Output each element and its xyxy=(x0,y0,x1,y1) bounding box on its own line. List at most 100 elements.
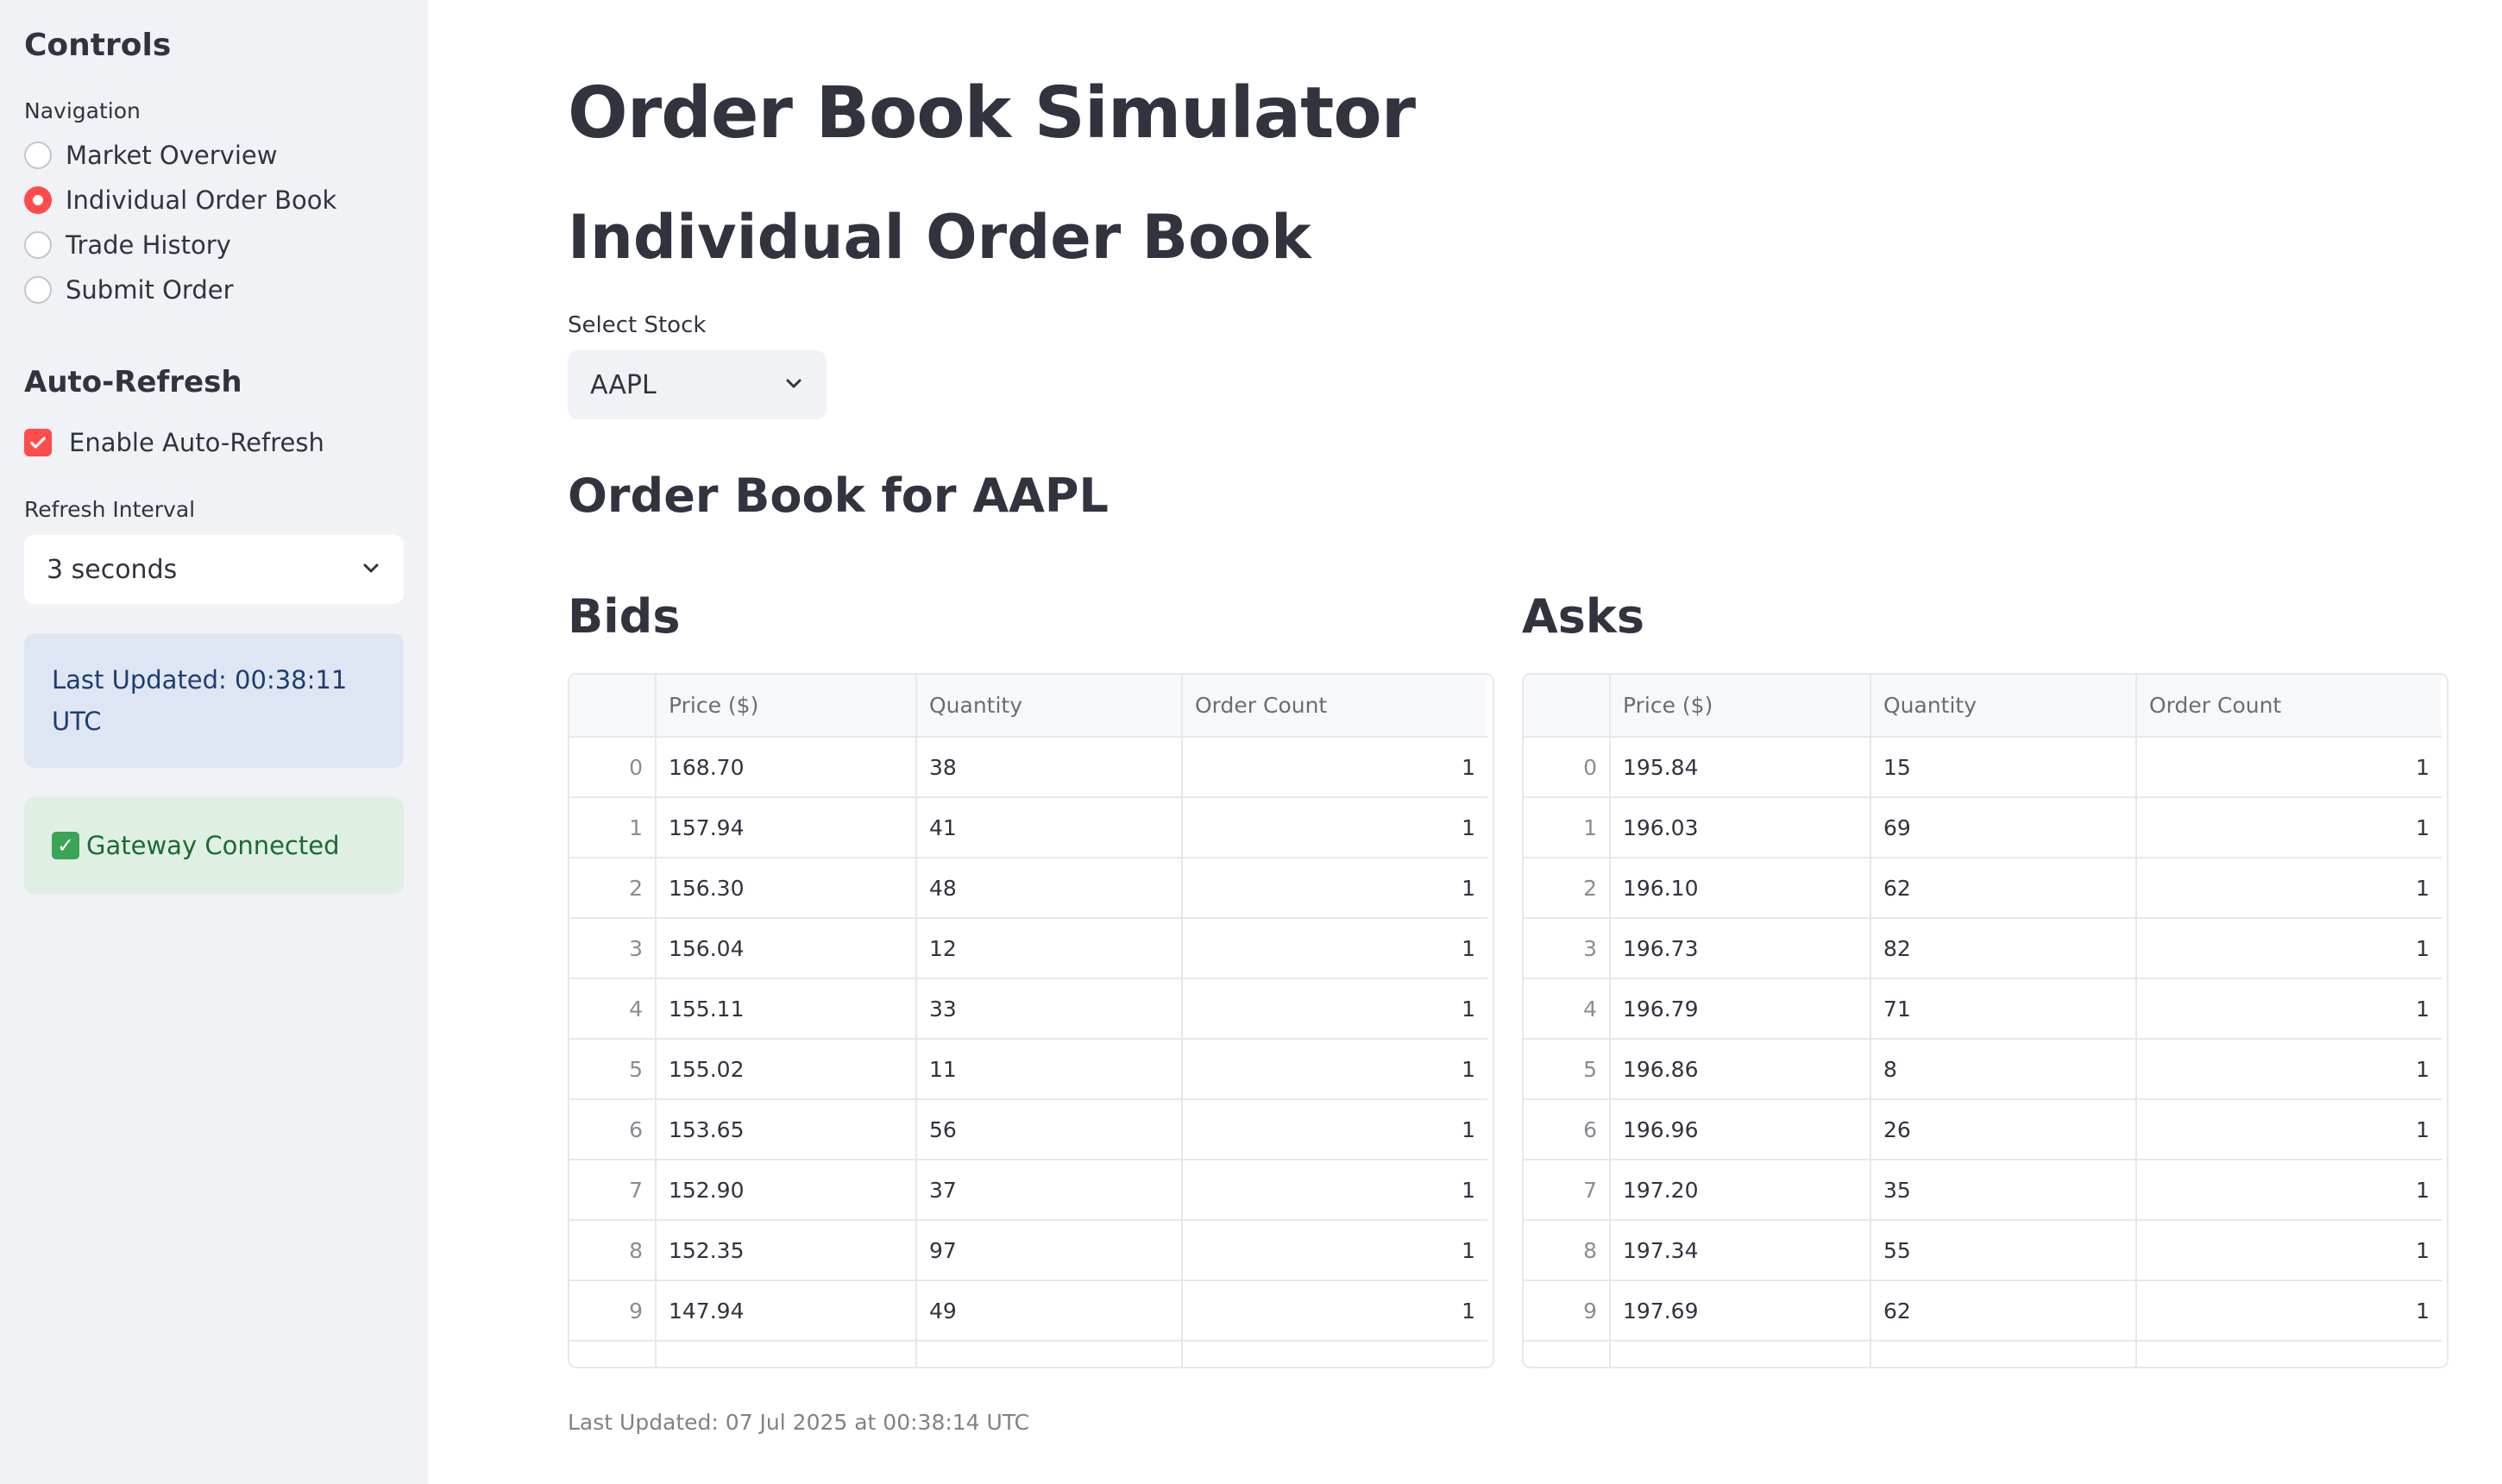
order-count-cell[interactable]: 1 xyxy=(2136,1099,2442,1160)
bids-table[interactable]: Price ($) Quantity Order Count 0 168.70 38… xyxy=(568,673,1494,1368)
row-index-cell[interactable]: 7 xyxy=(569,1160,657,1221)
row-index-cell[interactable]: 3 xyxy=(569,918,657,979)
row-index-cell[interactable]: 1 xyxy=(569,797,657,858)
column-header-order-count[interactable]: Order Count xyxy=(2136,675,2442,738)
quantity-cell[interactable]: 62 xyxy=(1870,1280,2137,1342)
row-index-cell[interactable]: 8 xyxy=(569,1220,657,1281)
order-count-cell[interactable]: 1 xyxy=(1182,1039,1487,1100)
quantity-cell[interactable]: 48 xyxy=(916,858,1183,919)
column-header-quantity[interactable]: Quantity xyxy=(916,675,1183,738)
row-index-cell[interactable]: 6 xyxy=(569,1099,657,1160)
row-index-cell[interactable]: 5 xyxy=(569,1039,657,1100)
quantity-cell[interactable]: 97 xyxy=(916,1220,1183,1281)
price-cell[interactable]: 196.03 xyxy=(1610,797,1871,858)
price-cell[interactable]: 196.79 xyxy=(1610,978,1871,1040)
asks-table[interactable]: Price ($) Quantity Order Count 0 195.84 15… xyxy=(1522,673,2449,1368)
row-index-cell[interactable]: 3 xyxy=(1524,918,1611,979)
nav-market-overview[interactable]: Market Overview xyxy=(24,133,404,178)
price-cell[interactable]: 152.90 xyxy=(656,1160,917,1221)
row-index-cell[interactable]: 4 xyxy=(1524,978,1611,1040)
order-count-cell[interactable]: 1 xyxy=(2136,978,2442,1040)
quantity-cell[interactable]: 33 xyxy=(916,978,1183,1040)
row-index-cell[interactable]: 6 xyxy=(1524,1099,1611,1160)
price-cell[interactable]: 196.86 xyxy=(1610,1039,1871,1100)
radio-checked-icon xyxy=(24,186,52,214)
quantity-cell[interactable]: 35 xyxy=(1870,1160,2137,1221)
enable-auto-refresh-checkbox[interactable]: Enable Auto-Refresh xyxy=(24,423,404,462)
price-cell[interactable]: 197.69 xyxy=(1610,1280,1871,1342)
row-index-cell[interactable]: 9 xyxy=(1524,1280,1611,1342)
price-cell[interactable]: 155.11 xyxy=(656,978,917,1040)
quantity-cell[interactable]: 38 xyxy=(916,737,1183,798)
quantity-cell[interactable]: 26 xyxy=(1870,1099,2137,1160)
quantity-cell[interactable]: 56 xyxy=(916,1099,1183,1160)
row-index-cell[interactable]: 4 xyxy=(569,978,657,1040)
row-index-cell[interactable]: 2 xyxy=(1524,858,1611,919)
order-count-cell[interactable]: 1 xyxy=(2136,797,2442,858)
row-index-cell[interactable]: 0 xyxy=(569,737,657,798)
row-index-cell[interactable]: 2 xyxy=(569,858,657,919)
quantity-cell[interactable]: 8 xyxy=(1870,1039,2137,1100)
price-cell[interactable]: 196.96 xyxy=(1610,1099,1871,1160)
price-cell[interactable]: 155.02 xyxy=(656,1039,917,1100)
row-index-cell[interactable]: 0 xyxy=(1524,737,1611,798)
price-cell[interactable]: 197.20 xyxy=(1610,1160,1871,1221)
price-cell[interactable]: 153.65 xyxy=(656,1099,917,1160)
order-count-cell[interactable]: 1 xyxy=(2136,1220,2442,1281)
price-cell[interactable]: 157.94 xyxy=(656,797,917,858)
order-count-cell[interactable]: 1 xyxy=(2136,1160,2442,1221)
order-count-cell[interactable]: 1 xyxy=(2136,858,2442,919)
column-header-order-count[interactable]: Order Count xyxy=(1182,675,1487,738)
row-index-cell[interactable]: 8 xyxy=(1524,1220,1611,1281)
order-count-cell[interactable]: 1 xyxy=(2136,1039,2442,1100)
column-header-quantity[interactable]: Quantity xyxy=(1870,675,2137,738)
price-cell[interactable]: 196.73 xyxy=(1610,918,1871,979)
quantity-cell[interactable]: 62 xyxy=(1870,858,2137,919)
column-header-index[interactable] xyxy=(569,675,657,738)
quantity-cell[interactable]: 41 xyxy=(916,797,1183,858)
order-count-cell[interactable]: 1 xyxy=(2136,737,2442,798)
row-index-cell[interactable]: 5 xyxy=(1524,1039,1611,1100)
order-count-cell[interactable]: 1 xyxy=(2136,918,2442,979)
column-header-price[interactable]: Price ($) xyxy=(1610,675,1871,738)
quantity-cell[interactable]: 12 xyxy=(916,918,1183,979)
order-count-cell[interactable]: 1 xyxy=(1182,858,1487,919)
price-cell[interactable]: 147.94 xyxy=(656,1280,917,1342)
price-cell[interactable]: 196.10 xyxy=(1610,858,1871,919)
order-count-cell[interactable]: 1 xyxy=(1182,1160,1487,1221)
nav-individual-order-book[interactable]: Individual Order Book xyxy=(24,178,404,223)
order-count-cell[interactable]: 1 xyxy=(2136,1280,2442,1342)
order-count-cell[interactable]: 1 xyxy=(1182,1099,1487,1160)
quantity-cell[interactable]: 49 xyxy=(916,1280,1183,1342)
order-count-cell[interactable]: 1 xyxy=(1182,978,1487,1040)
quantity-cell[interactable]: 82 xyxy=(1870,918,2137,979)
empty-cell xyxy=(569,1341,657,1367)
row-index-cell[interactable]: 7 xyxy=(1524,1160,1611,1221)
quantity-cell[interactable]: 37 xyxy=(916,1160,1183,1221)
order-count-cell[interactable]: 1 xyxy=(1182,737,1487,798)
price-cell[interactable]: 152.35 xyxy=(656,1220,917,1281)
order-count-cell[interactable]: 1 xyxy=(1182,797,1487,858)
price-cell[interactable]: 195.84 xyxy=(1610,737,1871,798)
quantity-cell[interactable]: 71 xyxy=(1870,978,2137,1040)
nav-trade-history[interactable]: Trade History xyxy=(24,223,404,267)
quantity-cell[interactable]: 69 xyxy=(1870,797,2137,858)
refresh-interval-select[interactable]: 3 seconds xyxy=(24,535,404,604)
order-count-cell[interactable]: 1 xyxy=(1182,1220,1487,1281)
quantity-cell[interactable]: 11 xyxy=(916,1039,1183,1100)
price-cell[interactable]: 156.30 xyxy=(656,858,917,919)
price-cell[interactable]: 197.34 xyxy=(1610,1220,1871,1281)
nav-submit-order[interactable]: Submit Order xyxy=(24,267,404,312)
row-index-cell[interactable]: 1 xyxy=(1524,797,1611,858)
order-count-cell[interactable]: 1 xyxy=(1182,1280,1487,1342)
price-cell[interactable]: 156.04 xyxy=(656,918,917,979)
select-stock-dropdown[interactable]: AAPL xyxy=(568,350,827,419)
quantity-cell[interactable]: 15 xyxy=(1870,737,2137,798)
quantity-cell[interactable]: 55 xyxy=(1870,1220,2137,1281)
order-count-cell[interactable]: 1 xyxy=(1182,918,1487,979)
price-cell[interactable]: 168.70 xyxy=(656,737,917,798)
column-header-index[interactable] xyxy=(1524,675,1611,738)
row-index-cell[interactable]: 9 xyxy=(569,1280,657,1342)
column-header-price[interactable]: Price ($) xyxy=(656,675,917,738)
nav-item-label: Market Overview xyxy=(66,141,278,170)
